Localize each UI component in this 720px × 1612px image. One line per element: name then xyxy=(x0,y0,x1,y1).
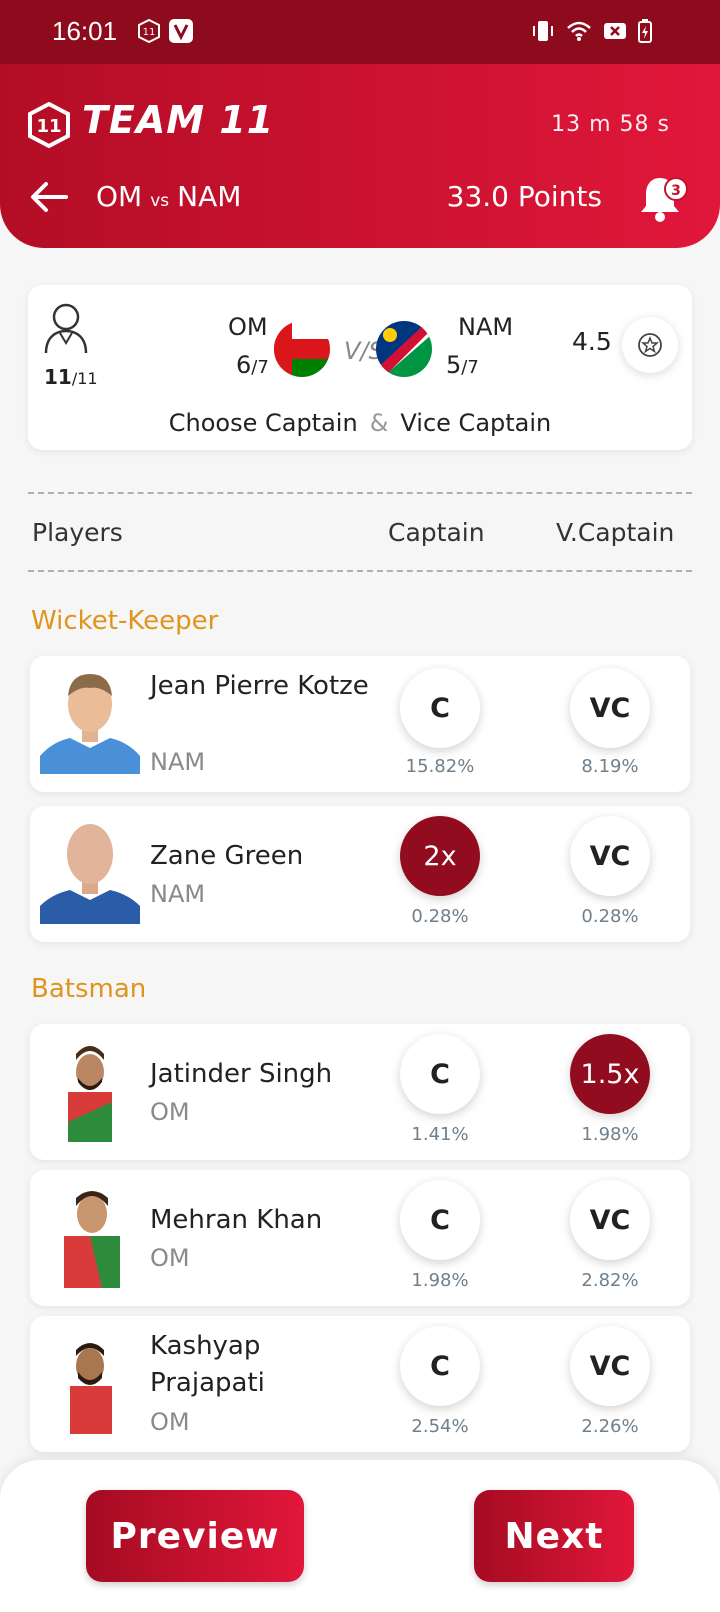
captain-percentage: 1.41% xyxy=(411,1124,469,1145)
captain-button[interactable]: C xyxy=(400,1034,480,1114)
back-arrow-icon[interactable] xyxy=(28,176,70,218)
no-sim-icon xyxy=(604,23,626,39)
players-column-header: Players xyxy=(32,518,123,547)
player-team: NAM xyxy=(150,748,206,776)
player-avatar xyxy=(40,674,140,774)
svg-text:11: 11 xyxy=(143,27,156,38)
player-name: Kashyap Prajapati xyxy=(150,1331,265,1398)
section-title-batsman: Batsman xyxy=(31,974,147,1004)
oman-flag-icon xyxy=(274,321,330,377)
player-avatar xyxy=(70,1343,112,1434)
header-team-b: NAM xyxy=(177,180,242,213)
vice-captain-button[interactable]: 1.5x xyxy=(570,1034,650,1114)
status-time: 16:01 xyxy=(52,16,118,46)
team-a-count: 6/7 xyxy=(236,351,269,379)
vice-captain-button[interactable]: VC xyxy=(570,1180,650,1260)
wifi-icon xyxy=(567,21,591,41)
captain-column-header: Captain xyxy=(388,518,485,547)
captain-percentage: 2.54% xyxy=(411,1416,469,1437)
app-header: 11 TEAM 11 13 m 58 s OM vs NAM 33.0 Points… xyxy=(0,64,720,248)
player-avatar xyxy=(64,1191,120,1288)
vice-captain-column-header: V.Captain xyxy=(556,518,675,547)
team-a-max: /7 xyxy=(251,357,269,378)
team-b-name: NAM xyxy=(458,313,514,341)
total-count: /11 xyxy=(71,369,98,388)
players-selected: 11/11 xyxy=(44,365,98,389)
vice-captain-percentage: 2.26% xyxy=(581,1416,639,1437)
section-title-wicket-keeper: Wicket-Keeper xyxy=(31,606,219,636)
star-button[interactable] xyxy=(622,317,678,373)
player-team: OM xyxy=(150,1098,190,1126)
player-name: Jean Pierre Kotze xyxy=(150,671,369,701)
vice-captain-button[interactable]: VC xyxy=(570,668,650,748)
vice-captain-button[interactable]: VC xyxy=(570,816,650,896)
next-button[interactable]: Next xyxy=(474,1490,634,1582)
match-title: OM vs NAM xyxy=(96,180,241,213)
player-team: OM xyxy=(150,1408,190,1436)
battery-icon xyxy=(638,19,652,43)
team-b-max: /7 xyxy=(461,357,479,378)
vice-captain-label: Vice Captain xyxy=(400,409,552,437)
team-a-name: OM xyxy=(228,313,268,341)
vice-captain-percentage: 2.82% xyxy=(581,1270,639,1291)
player-team: OM xyxy=(150,1244,190,1272)
preview-button[interactable]: Preview xyxy=(86,1490,304,1582)
player-name: Jatinder Singh xyxy=(150,1059,333,1089)
player-team: NAM xyxy=(150,880,206,908)
brand-name: TEAM 11 xyxy=(82,98,275,142)
captain-percentage: 0.28% xyxy=(411,906,469,927)
player-name: Mehran Khan xyxy=(150,1205,323,1235)
vice-captain-percentage: 1.98% xyxy=(581,1124,639,1145)
vibrate-icon xyxy=(533,21,553,41)
player-card[interactable]: Zane Green NAM 2x 0.28% VC 0.28% xyxy=(30,806,690,942)
player-card[interactable]: Jean Pierre Kotze NAM C 15.82% VC 8.19% xyxy=(30,656,690,792)
team-b-selected: 5 xyxy=(446,351,462,379)
team-b-count: 5/7 xyxy=(446,351,479,379)
player-card[interactable]: Kashyap Prajapati OM C 2.54% VC 2.26% xyxy=(30,1316,690,1452)
v-app-icon xyxy=(169,19,193,43)
captain-button[interactable]: C xyxy=(400,1180,480,1260)
vice-captain-button[interactable]: VC xyxy=(570,1326,650,1406)
bottom-action-bar: Preview Next xyxy=(0,1460,720,1612)
choose-captain-text: Choose Captain & Vice Captain xyxy=(28,409,692,437)
star-badge-icon xyxy=(638,333,662,357)
selected-count: 11 xyxy=(44,365,72,389)
header-vs: vs xyxy=(150,191,170,211)
points-label: 33.0 Points xyxy=(446,180,602,213)
player-avatar xyxy=(68,1046,112,1142)
countdown-timer: 13 m 58 s xyxy=(551,112,670,137)
captain-button[interactable]: C xyxy=(400,668,480,748)
user-icon xyxy=(44,303,88,354)
vice-captain-percentage: 0.28% xyxy=(581,906,639,927)
team-summary-card: 11/11 OM 6/7 V/S NAM 5/7 4.5 Choose Capt… xyxy=(28,285,692,450)
captain-button[interactable]: C xyxy=(400,1326,480,1406)
bottom-divider xyxy=(28,570,692,572)
team11-logo-icon: 11 xyxy=(28,102,70,148)
team11-notification-icon: 11 xyxy=(138,18,160,44)
namibia-flag-icon xyxy=(376,321,432,377)
svg-text:11: 11 xyxy=(36,116,61,137)
captain-percentage: 1.98% xyxy=(411,1270,469,1291)
captain-percentage: 15.82% xyxy=(405,756,475,777)
credit-value: 4.5 xyxy=(572,327,612,356)
header-team-a: OM xyxy=(96,180,143,213)
team-a-selected: 6 xyxy=(236,351,252,379)
player-card[interactable]: Jatinder Singh OM C 1.41% 1.5x 1.98% xyxy=(30,1024,690,1160)
player-avatar xyxy=(40,824,140,924)
player-card[interactable]: Mehran Khan OM C 1.98% VC 2.82% xyxy=(30,1170,690,1306)
status-bar: 16:01 11 xyxy=(0,0,720,64)
notification-badge: 3 xyxy=(664,177,688,201)
top-divider xyxy=(28,492,692,494)
vice-captain-percentage: 8.19% xyxy=(581,756,639,777)
ampersand: & xyxy=(369,409,389,437)
choose-captain-label: Choose Captain xyxy=(168,409,358,437)
captain-button[interactable]: 2x xyxy=(400,816,480,896)
player-name: Zane Green xyxy=(150,841,304,871)
